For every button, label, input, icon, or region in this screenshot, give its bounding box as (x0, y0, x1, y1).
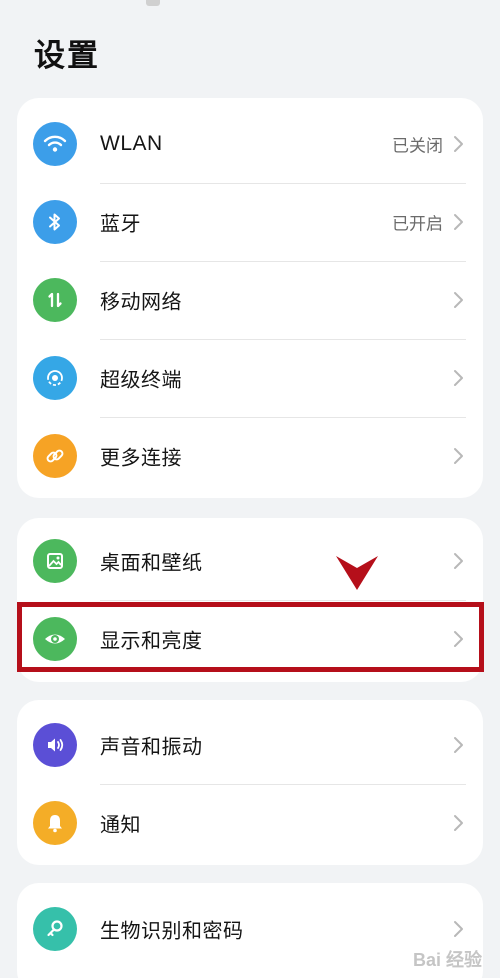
connections-card: WLAN 已关闭 蓝牙 已开启 移动网络 超级终端 更多连接 (17, 98, 483, 498)
row-divider (100, 339, 466, 340)
chevron-right-icon (454, 292, 463, 308)
settings-item-notifications[interactable]: 通知 (17, 784, 483, 862)
sound-card: 声音和振动 通知 (17, 700, 483, 865)
settings-item-sound-vibration[interactable]: 声音和振动 (17, 706, 483, 784)
chevron-right-icon (454, 553, 463, 569)
settings-item-label: 通知 (100, 812, 141, 837)
page-title: 设置 (34, 38, 100, 74)
settings-item-desktop-wallpaper[interactable]: 桌面和壁纸 (17, 522, 483, 600)
wifi-icon (33, 122, 77, 166)
settings-item-wlan[interactable]: WLAN 已关闭 (17, 105, 483, 183)
chevron-right-icon (454, 214, 463, 230)
chevron-right-icon (454, 136, 463, 152)
mobile-data-icon (33, 278, 77, 322)
bluetooth-icon (33, 200, 77, 244)
watermark-text: Bai 经验 (412, 950, 482, 970)
status-bar-fragment (146, 0, 160, 6)
chevron-right-icon (454, 737, 463, 753)
chevron-right-icon (454, 631, 463, 647)
chevron-right-icon (454, 921, 463, 937)
settings-item-mobile-network[interactable]: 移动网络 (17, 261, 483, 339)
link-icon (33, 434, 77, 478)
settings-item-label: 显示和亮度 (100, 628, 203, 653)
arrow-down-icon (336, 556, 378, 590)
speaker-icon (33, 723, 77, 767)
super-device-icon (33, 356, 77, 400)
settings-item-label: 桌面和壁纸 (100, 550, 203, 575)
bluetooth-status: 已开启 (392, 214, 443, 235)
chevron-right-icon (454, 815, 463, 831)
settings-item-super-device[interactable]: 超级终端 (17, 339, 483, 417)
wlan-status: 已关闭 (392, 136, 443, 157)
chevron-right-icon (454, 448, 463, 464)
settings-item-label: 移动网络 (100, 289, 182, 314)
settings-item-more-connections[interactable]: 更多连接 (17, 417, 483, 495)
watermark: Bai 经验 (413, 946, 482, 972)
row-divider (100, 183, 466, 184)
row-divider (100, 784, 466, 785)
wallpaper-icon (33, 539, 77, 583)
settings-item-label: 生物识别和密码 (100, 918, 244, 943)
key-icon (33, 907, 77, 951)
settings-item-label: 蓝牙 (100, 211, 141, 236)
settings-item-label: 声音和振动 (100, 734, 203, 759)
bell-icon (33, 801, 77, 845)
chevron-right-icon (454, 370, 463, 386)
settings-item-label: 更多连接 (100, 445, 182, 470)
settings-item-bluetooth[interactable]: 蓝牙 已开启 (17, 183, 483, 261)
row-divider (100, 417, 466, 418)
settings-item-display-brightness[interactable]: 显示和亮度 (17, 600, 483, 678)
settings-item-label: WLAN (100, 132, 163, 155)
display-card: 桌面和壁纸 显示和亮度 (17, 518, 483, 682)
row-divider (100, 600, 466, 601)
row-divider (100, 261, 466, 262)
settings-item-label: 超级终端 (100, 367, 182, 392)
eye-icon (33, 617, 77, 661)
